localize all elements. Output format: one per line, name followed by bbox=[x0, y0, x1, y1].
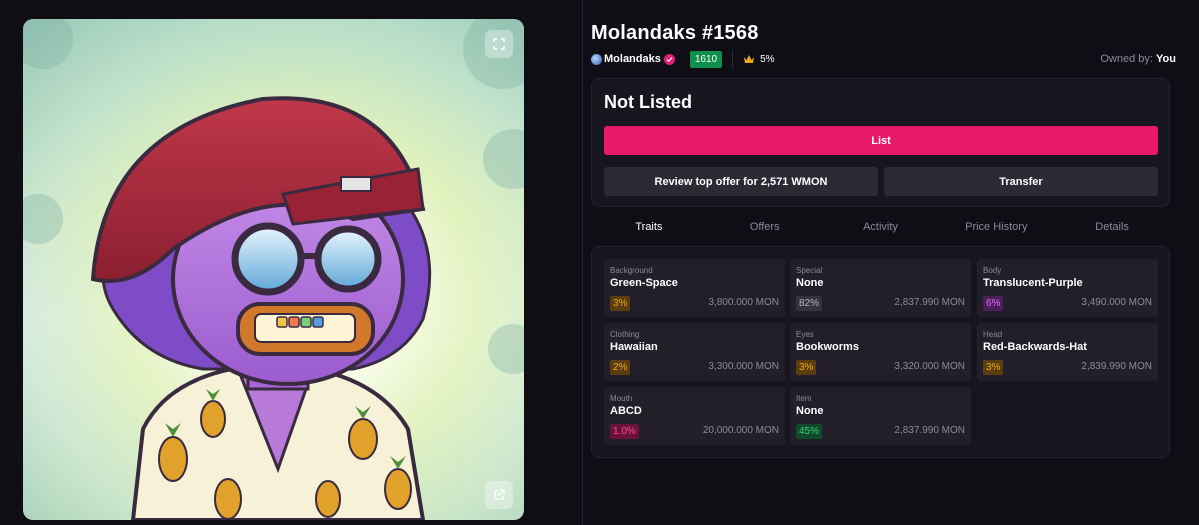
nft-artwork-illustration bbox=[23, 19, 524, 520]
tab-traits[interactable]: Traits bbox=[591, 216, 707, 238]
trait-value: Translucent-Purple bbox=[983, 277, 1083, 289]
trait-type: Head bbox=[983, 330, 1003, 339]
listing-card: Not Listed List Review top offer for 2,5… bbox=[591, 78, 1170, 207]
trait-value: Bookworms bbox=[796, 341, 859, 353]
trait-floor-price: 2,837.990 MON bbox=[894, 297, 965, 308]
trait-floor-price: 3,320.000 MON bbox=[894, 361, 965, 372]
external-link-icon bbox=[493, 489, 505, 501]
listing-status: Not Listed bbox=[604, 92, 692, 112]
panel-divider bbox=[582, 0, 583, 525]
trait-card[interactable]: Item None 45% 2,837.990 MON bbox=[790, 387, 971, 445]
nft-artwork bbox=[23, 19, 524, 520]
transfer-button[interactable]: Transfer bbox=[884, 167, 1158, 196]
trait-card[interactable]: Mouth ABCD 1.0% 20,000.000 MON bbox=[604, 387, 785, 445]
trait-floor-price: 2,839.990 MON bbox=[1081, 361, 1152, 372]
list-button[interactable]: List bbox=[604, 126, 1158, 155]
trait-value: None bbox=[796, 277, 824, 289]
tab-activity[interactable]: Activity bbox=[823, 216, 939, 238]
trait-type: Body bbox=[983, 266, 1002, 275]
trait-rarity-badge: 3% bbox=[983, 360, 1004, 375]
owned-by-label: Owned by: bbox=[1100, 53, 1153, 65]
trait-type: Background bbox=[610, 266, 653, 275]
trait-card[interactable]: Body Translucent-Purple 6% 3,490.000 MON bbox=[977, 259, 1158, 317]
nft-title: Molandaks #1568 bbox=[591, 22, 759, 44]
trait-value: None bbox=[796, 405, 824, 417]
owner-info: Owned by: You bbox=[1100, 53, 1176, 65]
nft-meta-row: Molandaks 1610 5% Owned by: You bbox=[591, 50, 1176, 68]
verified-check-icon bbox=[663, 53, 675, 65]
trait-type: Mouth bbox=[610, 394, 633, 403]
collection-link[interactable]: Molandaks bbox=[604, 53, 661, 65]
review-top-offer-button[interactable]: Review top offer for 2,571 WMON bbox=[604, 167, 878, 196]
trait-type: Special bbox=[796, 266, 823, 275]
trait-card[interactable]: Special None 82% 2,837.990 MON bbox=[790, 259, 971, 317]
tab-price-history[interactable]: Price History bbox=[938, 216, 1054, 238]
open-external-button[interactable] bbox=[485, 481, 513, 509]
trait-value: Hawaiian bbox=[610, 341, 658, 353]
tab-details[interactable]: Details bbox=[1054, 216, 1170, 238]
trait-type: Item bbox=[796, 394, 812, 403]
trait-value: Red-Backwards-Hat bbox=[983, 341, 1087, 353]
collection-avatar[interactable] bbox=[591, 53, 602, 65]
traits-panel: Background Green-Space 3% 3,800.000 MON … bbox=[591, 246, 1170, 458]
trait-rarity-badge: 6% bbox=[983, 296, 1004, 311]
detail-tabs: Traits Offers Activity Price History Det… bbox=[591, 216, 1170, 238]
trait-rarity-badge: 1.0% bbox=[610, 424, 639, 439]
trait-rarity-badge: 3% bbox=[610, 296, 631, 311]
fullscreen-button[interactable] bbox=[485, 30, 513, 58]
meta-separator bbox=[732, 50, 734, 68]
trait-floor-price: 3,300.000 MON bbox=[708, 361, 779, 372]
trait-card[interactable]: Background Green-Space 3% 3,800.000 MON bbox=[604, 259, 785, 317]
trait-value: ABCD bbox=[610, 405, 642, 417]
trait-rarity-badge: 82% bbox=[796, 296, 823, 311]
trait-value: Green-Space bbox=[610, 277, 678, 289]
trait-card[interactable]: Clothing Hawaiian 2% 3,300.000 MON bbox=[604, 323, 785, 381]
fullscreen-icon bbox=[493, 38, 505, 50]
trait-rarity-badge: 45% bbox=[796, 424, 823, 439]
royalty-value: 5% bbox=[760, 53, 775, 65]
crown-icon bbox=[743, 54, 755, 64]
trait-floor-price: 3,490.000 MON bbox=[1081, 297, 1152, 308]
trait-floor-price: 3,800.000 MON bbox=[708, 297, 779, 308]
trait-type: Eyes bbox=[796, 330, 814, 339]
trait-rarity-badge: 3% bbox=[796, 360, 817, 375]
tab-offers[interactable]: Offers bbox=[707, 216, 823, 238]
owner-name[interactable]: You bbox=[1156, 53, 1176, 65]
trait-floor-price: 20,000.000 MON bbox=[702, 425, 779, 436]
trait-card[interactable]: Eyes Bookworms 3% 3,320.000 MON bbox=[790, 323, 971, 381]
trait-floor-price: 2,837.990 MON bbox=[894, 425, 965, 436]
trait-rarity-badge: 2% bbox=[610, 360, 631, 375]
trait-type: Clothing bbox=[610, 330, 640, 339]
rank-badge: 1610 bbox=[689, 50, 723, 68]
trait-card[interactable]: Head Red-Backwards-Hat 3% 2,839.990 MON bbox=[977, 323, 1158, 381]
